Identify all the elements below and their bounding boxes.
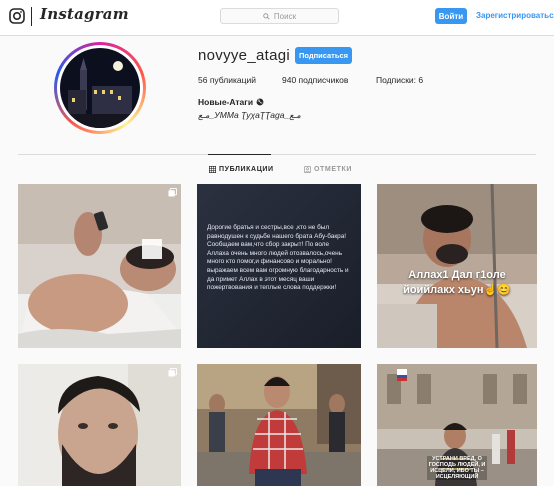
- tab-tagged-label: ОТМЕТКИ: [314, 166, 353, 173]
- post-thumbnail-4[interactable]: [18, 364, 181, 486]
- search-icon: [263, 12, 270, 20]
- instagram-logo[interactable]: Instagram: [40, 5, 129, 23]
- post-thumbnail-2[interactable]: Дорогие братья и сестры,все ,кто не был …: [197, 184, 361, 348]
- street-portrait-photo: [197, 364, 361, 486]
- search-placeholder: Поиск: [273, 11, 297, 21]
- multiple-photos-icon: [168, 188, 177, 197]
- tab-tagged[interactable]: ОТМЕТКИ: [304, 166, 352, 173]
- post-text-message: Дорогие братья и сестры,все ,кто не был …: [207, 224, 349, 292]
- tabs-divider: [18, 154, 536, 155]
- post-thumbnail-6[interactable]: УСТРАНИ ВРЕД, О ГОСПОДЬ ЛЮДЕЙ, И ИСЦЕЛИ,…: [377, 364, 537, 486]
- hospital-photo-2: [377, 184, 537, 348]
- top-navigation-bar: Instagram Поиск Войти Зарегистрироваться: [0, 0, 554, 36]
- posts-count: 56 публикаций: [198, 75, 256, 85]
- register-link[interactable]: Зарегистрироваться: [476, 11, 554, 20]
- grid-icon: [209, 166, 216, 173]
- avatar: [60, 48, 140, 128]
- avatar-frame: [57, 45, 143, 131]
- tab-posts[interactable]: ПУБЛИКАЦИИ: [209, 166, 274, 173]
- followers-count[interactable]: 940 подписчиков: [282, 75, 348, 85]
- profile-username: novyye_atagi: [198, 47, 290, 64]
- search-input[interactable]: Поиск: [220, 8, 339, 24]
- instagram-glyph-icon[interactable]: [9, 8, 25, 24]
- post-thumbnail-3[interactable]: Аллах1 Дал г1оле йоийлакх хьун☝️😊: [377, 184, 537, 348]
- profile-full-name: Новые-Атаги: [198, 97, 264, 107]
- full-name-text: Новые-Атаги: [198, 97, 254, 107]
- post-overlay-text: Аллах1 Дал г1оле йоийлакх хьун☝️😊: [403, 269, 511, 296]
- post-thumbnail-5[interactable]: [197, 364, 361, 486]
- post-caption-overlay: УСТРАНИ ВРЕД, О ГОСПОДЬ ЛЮДЕЙ, И ИСЦЕЛИ,…: [427, 456, 487, 480]
- following-count[interactable]: Подписки: 6: [376, 75, 423, 85]
- tagged-icon: [304, 166, 311, 173]
- profile-bio: مـع_УММа ƮуχаƮƮаgа_مـع: [198, 110, 301, 120]
- multiple-photos-icon: [168, 368, 177, 377]
- tab-posts-label: ПУБЛИКАЦИИ: [219, 166, 274, 173]
- follow-button[interactable]: Подписаться: [295, 47, 352, 64]
- selfie-photo: [18, 364, 181, 486]
- active-tab-indicator: [208, 154, 271, 155]
- globe-icon: [256, 98, 264, 106]
- post-thumbnail-1[interactable]: [18, 184, 181, 348]
- hospital-photo-1: [18, 184, 181, 348]
- logo-divider: [31, 7, 32, 26]
- login-button[interactable]: Войти: [435, 8, 467, 24]
- profile-avatar-story-ring[interactable]: [54, 42, 146, 134]
